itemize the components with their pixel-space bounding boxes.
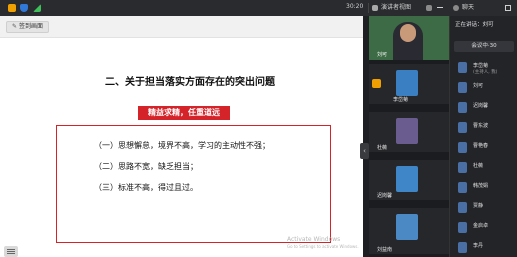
participant-item[interactable]: 迟岗馨 (458, 101, 517, 116)
avatar (458, 122, 467, 133)
meeting-info-icon[interactable] (8, 4, 16, 12)
collapse-panel-handle[interactable]: ‹ (360, 143, 369, 159)
slide-banner: 精益求精，任重道远 (138, 106, 230, 120)
participant-item[interactable]: 金启卓 (458, 221, 517, 236)
participant-item[interactable]: 曹东波 (458, 121, 517, 136)
slide-item-1: （一）思想懈怠，境界不高，学习的主动性不强； (94, 141, 270, 150)
participant-item[interactable]: 李丹 (458, 241, 517, 256)
menu-icon[interactable] (4, 246, 18, 257)
current-speaker-label: 正在讲话：刘可 (455, 22, 494, 28)
activate-windows-watermark: Activate Windows Go to Settings to activ… (287, 236, 359, 249)
participant-item[interactable]: 杜薇 (458, 161, 517, 176)
slide-item-3: （三）标准不高，得过且过。 (94, 183, 198, 192)
meeting-timer: 30:20 (346, 3, 364, 10)
sign-in-button-label: 签到画面 (18, 23, 43, 30)
top-bar: 30:20 演讲者视图 聊天 (0, 0, 517, 16)
video-tile[interactable]: 迟岗馨 (369, 160, 449, 200)
participant-name: 韩茂娟 (473, 183, 489, 189)
participant-item[interactable]: 刘可 (458, 81, 517, 96)
active-speaker-video[interactable]: 刘可 (369, 16, 449, 60)
participant-role: (主持人, 我) (473, 70, 498, 75)
slide-title: 二、关于担当落实方面存在的突出问题 (105, 77, 275, 88)
participant-name: 李丹 (473, 243, 484, 249)
participant-name: 金启卓 (473, 223, 489, 229)
participant-name: 杜薇 (473, 163, 484, 169)
video-tile[interactable]: 李岱菊 (369, 64, 449, 104)
grid-view-icon[interactable] (372, 5, 378, 11)
signal-icon[interactable] (33, 4, 41, 12)
video-column: 刘可 李岱菊 杜薇 迟岗馨 刘益南 (369, 16, 449, 257)
avatar (458, 82, 467, 93)
watermark-title: Activate Windows (287, 236, 341, 243)
participant-photo (396, 166, 418, 192)
speaker-face (400, 24, 416, 42)
avatar (458, 242, 467, 253)
avatar (458, 102, 467, 113)
participant-name: 曹艳春 (473, 143, 489, 149)
participant-photo (396, 118, 418, 144)
video-tile-name: 刘益南 (377, 247, 393, 253)
slide-item-2: （二）思路不宽，缺乏担当； (94, 162, 198, 171)
participant-name: 李岱菊 (473, 63, 489, 69)
participant-item[interactable]: 李岱菊 (主持人, 我) (458, 61, 517, 76)
watermark-subtitle: Go to Settings to activate Windows. (287, 244, 359, 249)
participant-panel: 正在讲话：刘可 会议中·30 李岱菊 (主持人, 我) 刘可 迟岗馨 曹东波 曹… (449, 16, 517, 257)
chat-icon[interactable] (453, 5, 459, 11)
participant-item[interactable]: 曹艳春 (458, 141, 517, 156)
avatar (458, 142, 467, 153)
participant-name: 贾静 (473, 203, 484, 209)
participant-item[interactable]: 韩茂娟 (458, 181, 517, 196)
video-tile-name: 杜薇 (377, 145, 388, 151)
participant-name: 迟岗馨 (473, 103, 489, 109)
video-tile-name: 李岱菊 (393, 97, 409, 103)
participant-photo (396, 214, 418, 240)
sign-in-button[interactable]: ✎ 签到画面 (6, 21, 49, 33)
participant-name: 曹东波 (473, 123, 489, 129)
speaker-view-icon[interactable] (426, 5, 432, 11)
avatar (458, 62, 467, 73)
meeting-count-tab[interactable]: 会议中·30 (454, 41, 514, 52)
video-tile-name: 迟岗馨 (377, 193, 393, 199)
avatar (458, 222, 467, 233)
video-tile[interactable]: 刘益南 (369, 208, 449, 254)
avatar (458, 162, 467, 173)
active-speaker-name: 刘可 (377, 52, 388, 58)
speaker-view-button[interactable]: 演讲者视图 (381, 3, 411, 13)
divider (368, 3, 369, 13)
participant-photo (396, 70, 418, 96)
maximize-icon[interactable] (505, 5, 511, 11)
minimize-icon[interactable] (437, 7, 443, 8)
shield-icon[interactable] (20, 4, 28, 12)
avatar (458, 202, 467, 213)
pin-icon: ✎ (12, 23, 19, 30)
shared-screen: ✎ 签到画面 二、关于担当落实方面存在的突出问题 精益求精，任重道远 （一）思想… (0, 16, 363, 257)
raised-hand-icon (372, 79, 381, 88)
video-tile[interactable]: 杜薇 (369, 112, 449, 152)
avatar (458, 182, 467, 193)
chat-button[interactable]: 聊天 (462, 3, 474, 13)
participant-name: 刘可 (473, 83, 484, 89)
participant-item[interactable]: 贾静 (458, 201, 517, 216)
share-toolbar: ✎ 签到画面 (0, 16, 363, 38)
